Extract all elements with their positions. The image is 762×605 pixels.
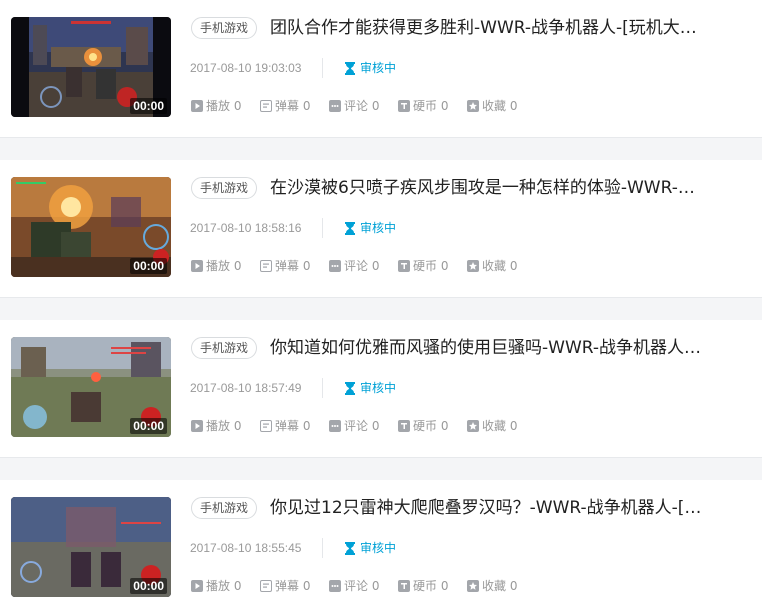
video-thumbnail[interactable]: 00:00 bbox=[11, 177, 171, 277]
play-icon bbox=[191, 100, 203, 112]
danmaku-icon bbox=[260, 420, 272, 432]
star-icon bbox=[467, 580, 479, 592]
video-card: 00:00 手机游戏 你知道如何优雅而风骚的使用巨骚吗-WWR-战争机器人… 2… bbox=[0, 320, 762, 458]
divider bbox=[322, 218, 323, 238]
upload-time: 2017-08-10 18:58:16 bbox=[190, 221, 302, 235]
coin-icon bbox=[398, 260, 410, 272]
star-icon bbox=[467, 260, 479, 272]
hourglass-icon bbox=[345, 61, 355, 75]
danmaku-count: 弹幕 0 bbox=[260, 578, 310, 594]
danmaku-icon bbox=[260, 100, 272, 112]
comment-icon bbox=[329, 420, 341, 432]
coin-icon bbox=[398, 100, 410, 112]
favorite-count: 收藏 0 bbox=[467, 258, 517, 274]
danmaku-icon bbox=[260, 580, 272, 592]
coin-count: 硬币 0 bbox=[398, 418, 448, 434]
review-status: 审核中 bbox=[345, 540, 396, 556]
hourglass-icon bbox=[345, 221, 355, 235]
danmaku-icon bbox=[260, 260, 272, 272]
video-title[interactable]: 团队合作才能获得更多胜利-WWR-战争机器人-[玩机大… bbox=[270, 15, 740, 41]
star-icon bbox=[467, 100, 479, 112]
video-list: 00:00 手机游戏 团队合作才能获得更多胜利-WWR-战争机器人-[玩机大… … bbox=[0, 0, 762, 605]
upload-time: 2017-08-10 19:03:03 bbox=[190, 61, 302, 75]
divider bbox=[322, 58, 323, 78]
hourglass-icon bbox=[345, 381, 355, 395]
hourglass-icon bbox=[345, 541, 355, 555]
video-card: 00:00 手机游戏 在沙漠被6只喷子疾风步围攻是一种怎样的体验-WWR-… 2… bbox=[0, 160, 762, 298]
play-count: 播放 0 bbox=[191, 258, 241, 274]
danmaku-count: 弹幕 0 bbox=[260, 418, 310, 434]
review-status: 审核中 bbox=[345, 220, 396, 236]
play-icon bbox=[191, 260, 203, 272]
category-tag[interactable]: 手机游戏 bbox=[191, 337, 258, 359]
divider bbox=[322, 538, 323, 558]
video-duration: 00:00 bbox=[130, 258, 167, 274]
video-duration: 00:00 bbox=[130, 98, 167, 114]
status-text: 审核中 bbox=[360, 221, 397, 235]
category-tag[interactable]: 手机游戏 bbox=[191, 17, 258, 39]
comment-icon bbox=[329, 580, 341, 592]
video-duration: 00:00 bbox=[130, 578, 167, 594]
play-count: 播放 0 bbox=[191, 578, 241, 594]
upload-time: 2017-08-10 18:57:49 bbox=[190, 381, 302, 395]
review-status: 审核中 bbox=[345, 380, 396, 396]
comment-count: 评论 0 bbox=[329, 418, 379, 434]
category-tag[interactable]: 手机游戏 bbox=[191, 177, 258, 199]
coin-icon bbox=[398, 580, 410, 592]
video-duration: 00:00 bbox=[130, 418, 167, 434]
video-title[interactable]: 你知道如何优雅而风骚的使用巨骚吗-WWR-战争机器人… bbox=[270, 335, 740, 361]
coin-count: 硬币 0 bbox=[398, 98, 448, 114]
status-text: 审核中 bbox=[360, 381, 397, 395]
video-thumbnail[interactable]: 00:00 bbox=[11, 17, 171, 117]
video-title[interactable]: 在沙漠被6只喷子疾风步围攻是一种怎样的体验-WWR-… bbox=[270, 175, 740, 201]
coin-count: 硬币 0 bbox=[398, 258, 448, 274]
danmaku-count: 弹幕 0 bbox=[260, 98, 310, 114]
status-text: 审核中 bbox=[360, 61, 397, 75]
video-card: 00:00 手机游戏 团队合作才能获得更多胜利-WWR-战争机器人-[玩机大… … bbox=[0, 0, 762, 138]
comment-count: 评论 0 bbox=[329, 258, 379, 274]
coin-icon bbox=[398, 420, 410, 432]
upload-time: 2017-08-10 18:55:45 bbox=[190, 541, 302, 555]
review-status: 审核中 bbox=[345, 60, 396, 76]
comment-icon bbox=[329, 100, 341, 112]
coin-count: 硬币 0 bbox=[398, 578, 448, 594]
video-card: 00:00 手机游戏 你见过12只雷神大爬爬叠罗汉吗？-WWR-战争机器人-[…… bbox=[0, 480, 762, 605]
favorite-count: 收藏 0 bbox=[467, 418, 517, 434]
play-icon bbox=[191, 580, 203, 592]
divider bbox=[322, 378, 323, 398]
video-thumbnail[interactable]: 00:00 bbox=[11, 497, 171, 597]
danmaku-count: 弹幕 0 bbox=[260, 258, 310, 274]
play-count: 播放 0 bbox=[191, 418, 241, 434]
comment-count: 评论 0 bbox=[329, 578, 379, 594]
status-text: 审核中 bbox=[360, 541, 397, 555]
video-title[interactable]: 你见过12只雷神大爬爬叠罗汉吗？-WWR-战争机器人-[… bbox=[270, 495, 740, 521]
play-count: 播放 0 bbox=[191, 98, 241, 114]
comment-count: 评论 0 bbox=[329, 98, 379, 114]
comment-icon bbox=[329, 260, 341, 272]
category-tag[interactable]: 手机游戏 bbox=[191, 497, 258, 519]
play-icon bbox=[191, 420, 203, 432]
video-thumbnail[interactable]: 00:00 bbox=[11, 337, 171, 437]
favorite-count: 收藏 0 bbox=[467, 578, 517, 594]
star-icon bbox=[467, 420, 479, 432]
favorite-count: 收藏 0 bbox=[467, 98, 517, 114]
